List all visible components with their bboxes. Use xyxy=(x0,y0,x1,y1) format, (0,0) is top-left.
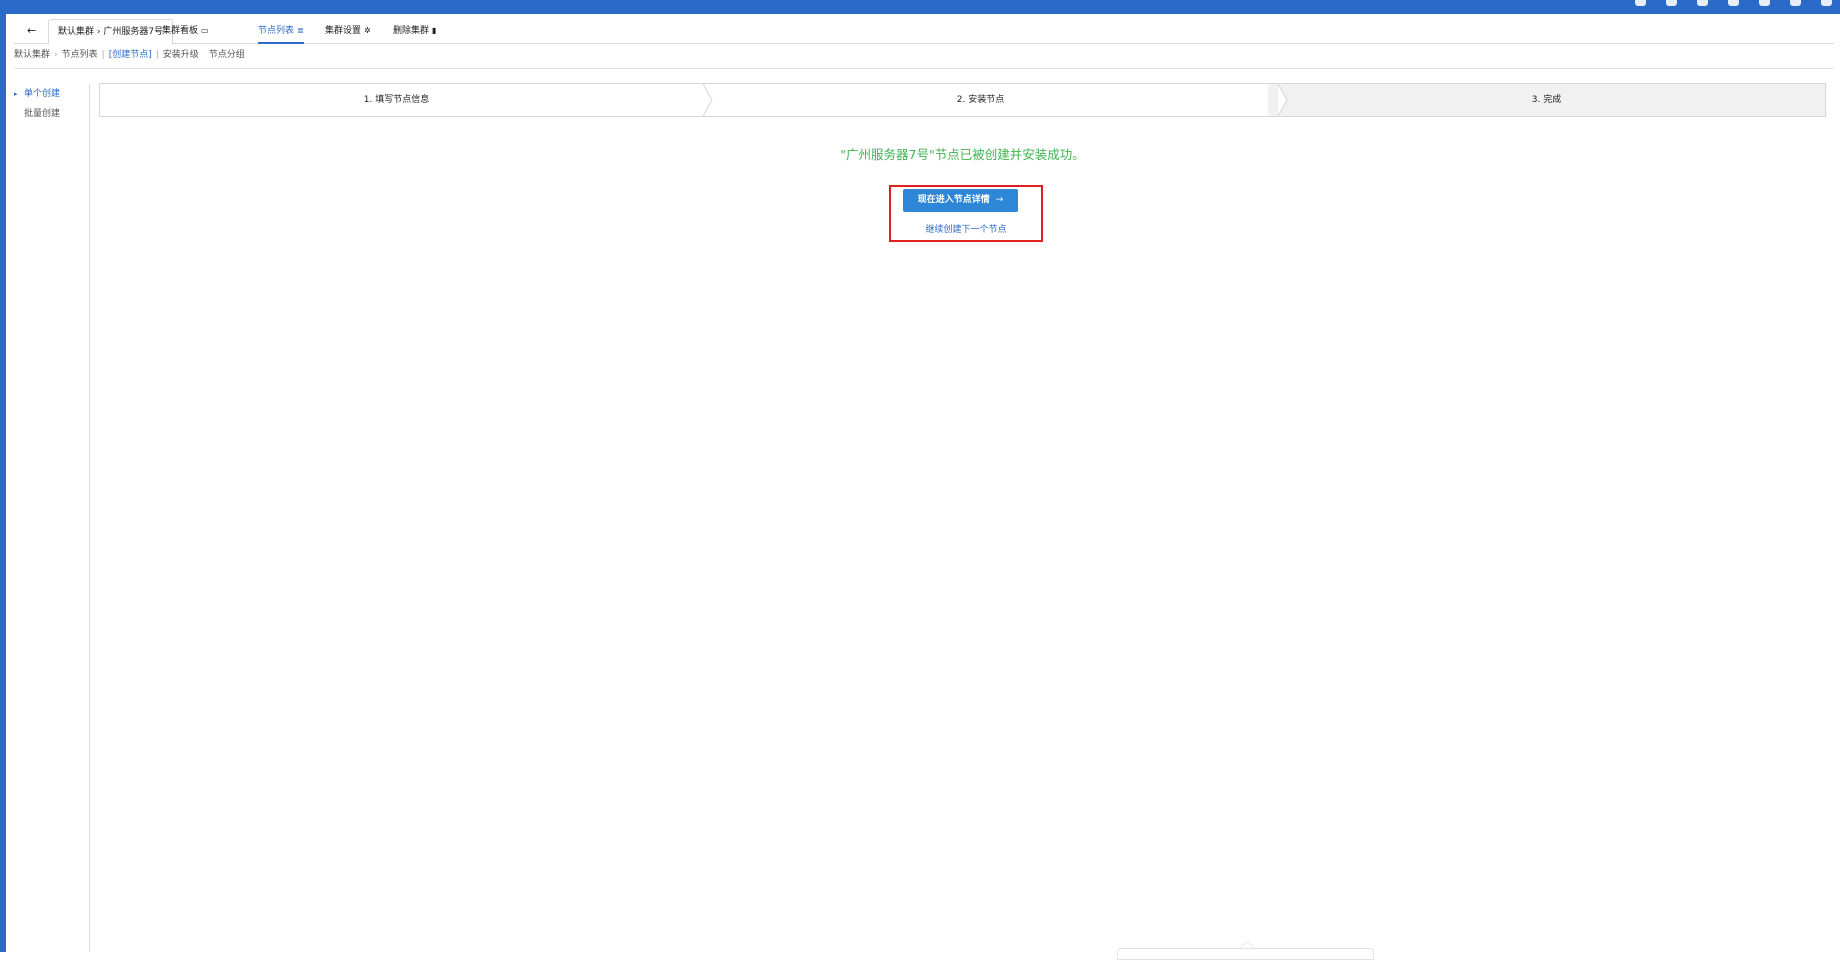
tab-delete-cluster[interactable]: 删除集群 ▮ xyxy=(393,19,436,43)
breadcrumb-pipe: | xyxy=(101,50,105,60)
button-label: 现在进入节点详情 xyxy=(917,195,990,205)
step-label: 1. 填写节点信息 xyxy=(363,95,430,105)
popover xyxy=(1117,948,1374,960)
breadcrumb-create-node[interactable]: [创建节点] xyxy=(109,50,152,60)
trash-icon: ▮ xyxy=(432,26,437,35)
step-install-node: 2. 安装节点 xyxy=(693,84,1288,116)
chart-icon: ▭ xyxy=(201,26,209,35)
create-next-node-link[interactable]: 继续创建下一个节点 xyxy=(889,222,1043,235)
tab-cluster-dashboard[interactable]: 集群看板 ▭ xyxy=(162,19,209,43)
back-button[interactable]: ← xyxy=(27,19,41,43)
gear-icon: ✲ xyxy=(364,26,371,35)
popover-caret xyxy=(1240,941,1254,948)
tab-bar: ← 默认集群 › 广州服务器7号 集群看板 ▭ 节点列表 ≣ 集群设置 ✲ 删除集群 ▮ xyxy=(14,19,1834,45)
left-nav-stripe xyxy=(0,14,6,952)
breadcrumb-install-upgrade[interactable]: 安装升级 xyxy=(163,50,199,60)
side-item-batch-create[interactable]: 批量创建 xyxy=(14,104,90,124)
user-icon[interactable] xyxy=(1728,0,1739,6)
logout-icon[interactable] xyxy=(1821,0,1832,6)
side-menu: 单个创建 批量创建 xyxy=(14,84,90,124)
list-icon: ≣ xyxy=(297,26,304,35)
breadcrumb: 默认集群 › 节点列表 | [创建节点] | 安装升级 节点分组 xyxy=(14,49,245,61)
divider xyxy=(89,84,90,952)
side-item-single-create[interactable]: 单个创建 xyxy=(14,84,90,104)
step-label: 3. 完成 xyxy=(1531,95,1562,105)
enter-node-details-button[interactable]: 现在进入节点详情 → xyxy=(903,189,1018,212)
tab-cluster-settings[interactable]: 集群设置 ✲ xyxy=(325,19,371,43)
tab-label: 集群看板 xyxy=(162,26,199,36)
step-label: 2. 安装节点 xyxy=(956,95,1005,105)
breadcrumb-node-group[interactable]: 节点分组 xyxy=(209,50,245,60)
success-message: "广州服务器7号"节点已被创建并安装成功。 xyxy=(840,147,1085,162)
step-fill-info: 1. 填写节点信息 xyxy=(100,84,713,116)
step-indicator: 1. 填写节点信息 2. 安装节点 3. 完成 xyxy=(99,83,1826,117)
top-bar xyxy=(0,0,1840,14)
tab-label: 删除集群 xyxy=(393,26,430,36)
breadcrumb-separator: › xyxy=(54,50,58,60)
divider xyxy=(14,68,1834,69)
location-icon[interactable] xyxy=(1635,0,1646,6)
breadcrumb-node-list[interactable]: 节点列表 xyxy=(62,50,98,60)
top-icons xyxy=(1635,0,1832,8)
step-complete: 3. 完成 xyxy=(1268,84,1825,116)
globe-icon[interactable] xyxy=(1666,0,1677,6)
tab-node-list[interactable]: 节点列表 ≣ xyxy=(258,19,304,44)
theme-icon[interactable] xyxy=(1790,0,1801,6)
bell-icon[interactable] xyxy=(1697,0,1708,6)
tab-label: 集群设置 xyxy=(325,26,362,36)
breadcrumb-cluster[interactable]: 默认集群 xyxy=(14,50,50,60)
arrow-right-icon: → xyxy=(995,195,1004,205)
tab-current-node[interactable]: 默认集群 › 广州服务器7号 xyxy=(48,19,174,45)
tab-label: 节点列表 xyxy=(258,26,295,36)
breadcrumb-pipe: | xyxy=(155,50,159,60)
book-icon[interactable] xyxy=(1759,0,1770,6)
